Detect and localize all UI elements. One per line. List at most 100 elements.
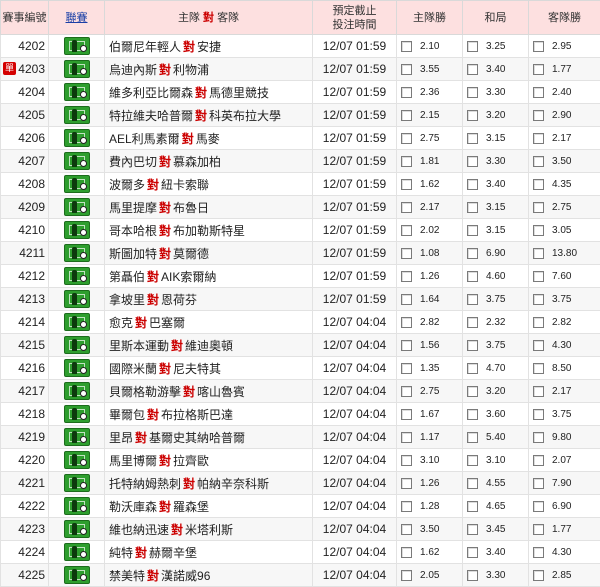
away-win-checkbox[interactable]	[533, 317, 544, 328]
soccer-league-icon[interactable]	[64, 267, 90, 285]
draw-checkbox[interactable]	[467, 455, 478, 466]
draw-checkbox[interactable]	[467, 432, 478, 443]
soccer-league-icon[interactable]	[64, 359, 90, 377]
away-win-checkbox[interactable]	[533, 294, 544, 305]
draw-checkbox[interactable]	[467, 294, 478, 305]
home-win-checkbox[interactable]	[401, 156, 412, 167]
home-win-checkbox[interactable]	[401, 41, 412, 52]
draw-checkbox[interactable]	[467, 64, 478, 75]
home-win-checkbox[interactable]	[401, 133, 412, 144]
away-win-checkbox[interactable]	[533, 41, 544, 52]
away-win-checkbox[interactable]	[533, 225, 544, 236]
away-win-checkbox[interactable]	[533, 501, 544, 512]
soccer-league-icon[interactable]	[64, 566, 90, 584]
home-win-checkbox[interactable]	[401, 432, 412, 443]
header-league-link[interactable]: 聯賽	[49, 1, 105, 35]
home-win-checkbox[interactable]	[401, 501, 412, 512]
away-win-checkbox[interactable]	[533, 524, 544, 535]
soccer-league-icon[interactable]	[64, 106, 90, 124]
draw-checkbox[interactable]	[467, 179, 478, 190]
soccer-league-icon[interactable]	[64, 198, 90, 216]
home-win-checkbox[interactable]	[401, 202, 412, 213]
home-win-checkbox[interactable]	[401, 363, 412, 374]
draw-checkbox[interactable]	[467, 317, 478, 328]
draw-checkbox[interactable]	[467, 41, 478, 52]
soccer-league-icon[interactable]	[64, 428, 90, 446]
draw-checkbox[interactable]	[467, 248, 478, 259]
draw-checkbox[interactable]	[467, 225, 478, 236]
soccer-league-icon[interactable]	[64, 244, 90, 262]
soccer-league-icon[interactable]	[64, 60, 90, 78]
draw-checkbox[interactable]	[467, 570, 478, 581]
away-win-checkbox[interactable]	[533, 547, 544, 558]
draw-checkbox[interactable]	[467, 271, 478, 282]
draw-checkbox[interactable]	[467, 110, 478, 121]
away-win-checkbox[interactable]	[533, 455, 544, 466]
away-win-checkbox[interactable]	[533, 87, 544, 98]
draw-checkbox[interactable]	[467, 87, 478, 98]
home-win-checkbox[interactable]	[401, 547, 412, 558]
away-win-checkbox[interactable]	[533, 248, 544, 259]
draw-checkbox[interactable]	[467, 547, 478, 558]
draw-checkbox[interactable]	[467, 133, 478, 144]
draw-checkbox[interactable]	[467, 156, 478, 167]
home-win-checkbox[interactable]	[401, 478, 412, 489]
draw-checkbox[interactable]	[467, 501, 478, 512]
home-win-checkbox[interactable]	[401, 455, 412, 466]
match-no-cell: 4209	[1, 196, 49, 219]
home-win-checkbox[interactable]	[401, 294, 412, 305]
away-win-checkbox[interactable]	[533, 64, 544, 75]
soccer-league-icon[interactable]	[64, 37, 90, 55]
soccer-league-icon[interactable]	[64, 543, 90, 561]
home-win-checkbox[interactable]	[401, 340, 412, 351]
home-win-checkbox[interactable]	[401, 64, 412, 75]
away-win-checkbox[interactable]	[533, 110, 544, 121]
soccer-league-icon[interactable]	[64, 474, 90, 492]
home-win-checkbox[interactable]	[401, 524, 412, 535]
soccer-league-icon[interactable]	[64, 221, 90, 239]
soccer-league-icon[interactable]	[64, 520, 90, 538]
home-win-checkbox[interactable]	[401, 179, 412, 190]
home-win-odds: 2.36	[420, 87, 439, 98]
away-win-checkbox[interactable]	[533, 570, 544, 581]
away-win-checkbox[interactable]	[533, 271, 544, 282]
draw-checkbox[interactable]	[467, 363, 478, 374]
home-win-checkbox[interactable]	[401, 87, 412, 98]
away-win-checkbox[interactable]	[533, 340, 544, 351]
home-win-odds: 1.62	[420, 179, 439, 190]
away-win-checkbox[interactable]	[533, 202, 544, 213]
away-win-checkbox[interactable]	[533, 386, 544, 397]
draw-checkbox[interactable]	[467, 202, 478, 213]
away-win-checkbox[interactable]	[533, 179, 544, 190]
home-win-checkbox[interactable]	[401, 570, 412, 581]
draw-checkbox[interactable]	[467, 409, 478, 420]
draw-checkbox[interactable]	[467, 524, 478, 535]
soccer-league-icon[interactable]	[64, 451, 90, 469]
draw-checkbox[interactable]	[467, 340, 478, 351]
draw-checkbox[interactable]	[467, 478, 478, 489]
soccer-league-icon[interactable]	[64, 175, 90, 193]
home-win-checkbox[interactable]	[401, 271, 412, 282]
away-win-checkbox[interactable]	[533, 478, 544, 489]
away-win-checkbox[interactable]	[533, 432, 544, 443]
soccer-league-icon[interactable]	[64, 152, 90, 170]
soccer-league-icon[interactable]	[64, 129, 90, 147]
home-win-checkbox[interactable]	[401, 225, 412, 236]
soccer-league-icon[interactable]	[64, 497, 90, 515]
away-win-checkbox[interactable]	[533, 156, 544, 167]
soccer-league-icon[interactable]	[64, 290, 90, 308]
soccer-league-icon[interactable]	[64, 382, 90, 400]
soccer-league-icon[interactable]	[64, 336, 90, 354]
away-win-checkbox[interactable]	[533, 133, 544, 144]
home-win-checkbox[interactable]	[401, 386, 412, 397]
away-win-checkbox[interactable]	[533, 363, 544, 374]
soccer-league-icon[interactable]	[64, 405, 90, 423]
soccer-league-icon[interactable]	[64, 313, 90, 331]
home-win-checkbox[interactable]	[401, 317, 412, 328]
home-win-checkbox[interactable]	[401, 409, 412, 420]
home-win-checkbox[interactable]	[401, 248, 412, 259]
home-win-checkbox[interactable]	[401, 110, 412, 121]
draw-checkbox[interactable]	[467, 386, 478, 397]
soccer-league-icon[interactable]	[64, 83, 90, 101]
away-win-checkbox[interactable]	[533, 409, 544, 420]
